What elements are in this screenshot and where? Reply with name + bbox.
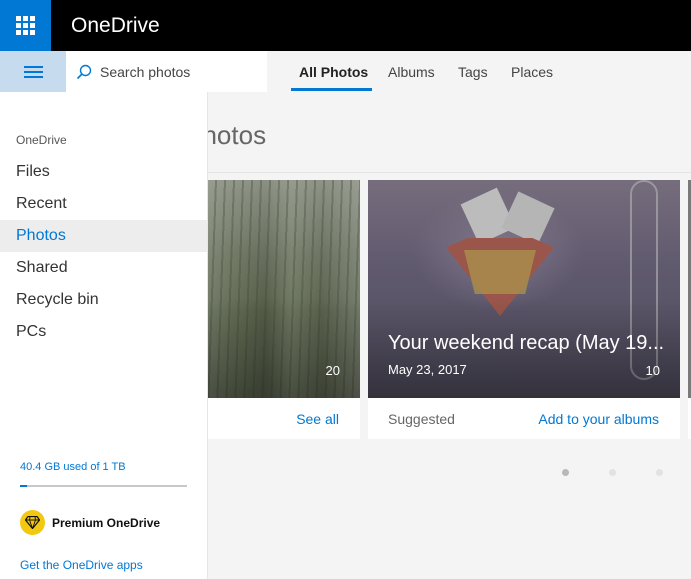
- search-icon: [76, 64, 92, 80]
- photo-thumbnail[interactable]: Your weekend recap (May 19... May 23, 20…: [368, 180, 680, 398]
- photo-thumbnail[interactable]: 20: [188, 180, 360, 398]
- sidebar-heading: OneDrive: [16, 133, 67, 147]
- storage-bar: [20, 485, 187, 487]
- waffle-icon: [16, 16, 35, 35]
- photo-count: 10: [645, 363, 660, 378]
- sidebar-item-files[interactable]: Files: [0, 156, 207, 188]
- card-footer: Suggested Add to your albums: [368, 398, 680, 439]
- sidebar-item-shared[interactable]: Shared: [0, 252, 207, 284]
- sidebar-item-recycle-bin[interactable]: Recycle bin: [0, 284, 207, 316]
- hamburger-icon: [23, 65, 43, 68]
- sidebar-item-recent[interactable]: Recent: [0, 188, 207, 220]
- premium-label: Premium OneDrive: [52, 515, 161, 530]
- brand-title[interactable]: OneDrive: [71, 14, 160, 38]
- nav-toggle-button[interactable]: [0, 51, 66, 92]
- active-tab-indicator: [291, 88, 372, 91]
- sidebar-item-pcs[interactable]: PCs: [0, 316, 207, 348]
- get-apps-link[interactable]: Get the OneDrive apps: [20, 558, 143, 572]
- carousel-dot-2[interactable]: [609, 469, 616, 476]
- card-title: Your weekend recap (May 19...: [388, 332, 665, 354]
- top-bar: OneDrive: [0, 0, 691, 51]
- photo-card-weekend-recap[interactable]: Your weekend recap (May 19... May 23, 20…: [368, 180, 680, 439]
- photo-count: 20: [325, 363, 340, 378]
- command-bar: Search photos All Photos Albums Tags Pla…: [0, 51, 691, 92]
- storage-bar-fill: [20, 485, 27, 487]
- premium-onedrive-button[interactable]: Premium OneDrive: [20, 510, 160, 535]
- search-box[interactable]: Search photos: [66, 51, 267, 92]
- add-to-albums-link[interactable]: Add to your albums: [538, 411, 659, 427]
- sidebar-item-photos[interactable]: Photos: [0, 220, 207, 252]
- see-all-link[interactable]: See all: [296, 411, 339, 427]
- app-launcher-button[interactable]: [0, 0, 51, 51]
- tab-albums[interactable]: Albums: [388, 64, 435, 80]
- photo-card[interactable]: 20 See all: [188, 180, 360, 439]
- tab-all-photos[interactable]: All Photos: [299, 64, 368, 80]
- carousel-dot-3[interactable]: [656, 469, 663, 476]
- carousel-dot-1[interactable]: [562, 469, 569, 476]
- search-input[interactable]: Search photos: [100, 64, 190, 80]
- card-footer: See all: [188, 398, 360, 439]
- diamond-icon: [20, 510, 45, 535]
- sidebar: OneDrive Files Recent Photos Shared Recy…: [0, 92, 208, 579]
- tab-tags[interactable]: Tags: [458, 64, 488, 80]
- tab-places[interactable]: Places: [511, 64, 553, 80]
- divider: [208, 172, 691, 173]
- storage-usage-link[interactable]: 40.4 GB used of 1 TB: [20, 461, 126, 473]
- suggested-label: Suggested: [388, 411, 455, 427]
- card-date: May 23, 2017: [388, 362, 467, 377]
